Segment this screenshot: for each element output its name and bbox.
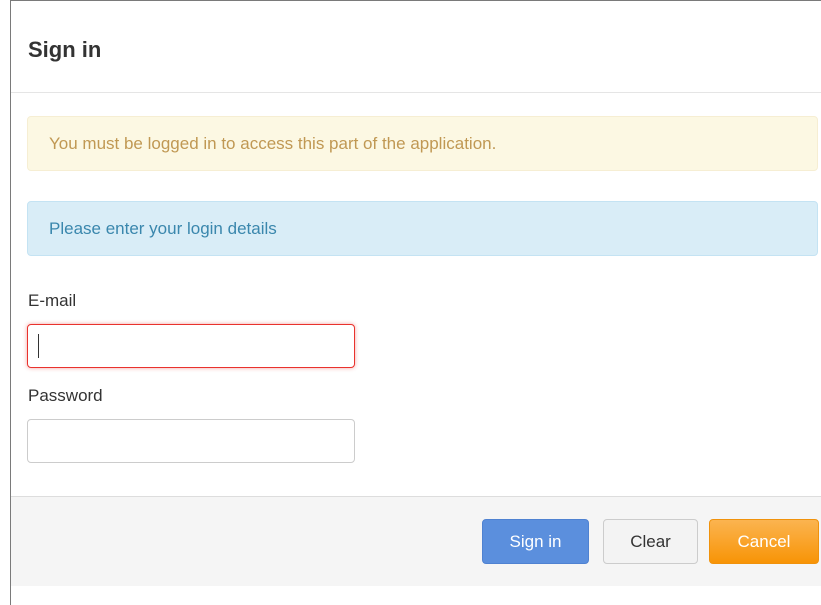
clear-button[interactable]: Clear	[603, 519, 698, 564]
login-details-alert: Please enter your login details	[27, 201, 818, 256]
password-field[interactable]	[27, 419, 355, 463]
cancel-button[interactable]: Cancel	[709, 519, 819, 564]
dialog-header: Sign in	[11, 1, 821, 93]
text-cursor	[38, 334, 39, 358]
dialog-title: Sign in	[28, 37, 102, 62]
email-field[interactable]	[27, 324, 355, 368]
email-label: E-mail	[28, 291, 77, 310]
password-label: Password	[28, 386, 103, 405]
sign-in-dialog: Sign in You must be logged in to access …	[10, 0, 821, 605]
login-required-alert: You must be logged in to access this par…	[27, 116, 818, 171]
sign-in-button[interactable]: Sign in	[482, 519, 589, 564]
dialog-footer: Sign in Clear Cancel	[11, 496, 821, 586]
